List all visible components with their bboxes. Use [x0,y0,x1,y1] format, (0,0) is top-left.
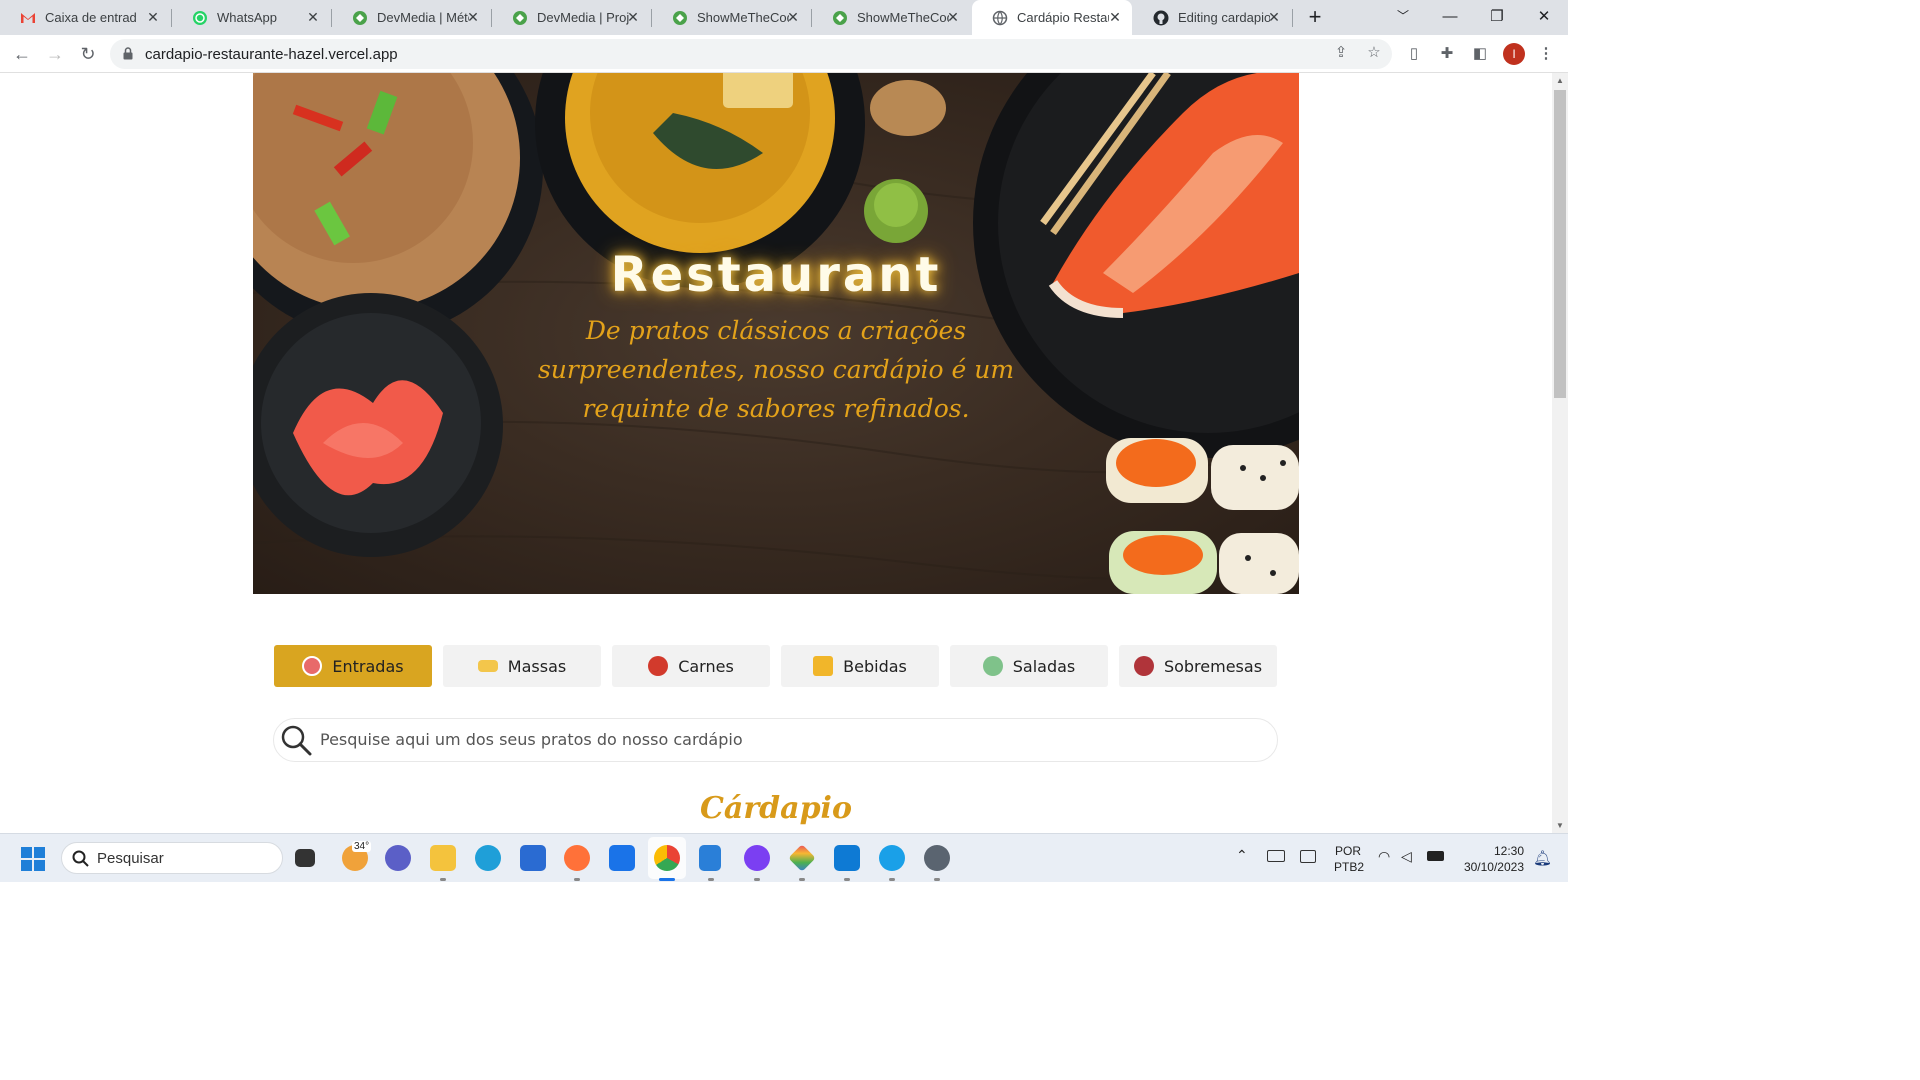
category-tab-massas[interactable]: Massas [443,645,601,687]
tab-showmethecode-1[interactable]: ShowMeTheCode ✕ [652,0,810,35]
file-explorer-icon[interactable] [430,845,456,871]
share-icon[interactable]: ⇪ [1331,43,1351,63]
address-toolbar: ← → ↻ cardapio-restaurante-hazel.vercel.… [0,35,1568,73]
globe-icon [992,10,1008,25]
input-language[interactable]: POR PTB2 [1334,843,1364,875]
browser-tab-strip: Caixa de entrada ✕ WhatsApp ✕ DevMedia |… [0,0,1568,35]
close-tab-icon[interactable]: ✕ [306,10,320,24]
devmedia-icon [673,10,687,25]
hero-banner: Restaurant De pratos clássicos a criaçõe… [253,73,1299,594]
extensions-puzzle-icon[interactable]: ✚ [1437,44,1457,64]
close-tab-icon[interactable]: ✕ [626,10,640,24]
windows-start-icon[interactable] [21,847,45,871]
windows-taskbar: Pesquisar 34° ⌃ POR PTB2 ◠ ◁ 12:30 30/10… [0,833,1568,882]
category-tab-sobremesas[interactable]: Sobremesas [1119,645,1277,687]
scrollbar-thumb[interactable] [1554,90,1566,398]
task-view-icon[interactable] [295,849,315,867]
app-diamond-icon[interactable] [788,844,816,872]
close-tab-icon[interactable]: ✕ [786,10,800,24]
category-tab-saladas[interactable]: Saladas [950,645,1108,687]
tab-whatsapp[interactable]: WhatsApp ✕ [172,0,330,35]
reload-icon[interactable]: ↻ [77,43,99,65]
volume-icon[interactable]: ◁ [1401,848,1412,865]
close-tab-icon[interactable]: ✕ [146,10,160,24]
tab-devmedia-projetos[interactable]: DevMedia | Projetos ✕ [492,0,650,35]
reading-mode-icon[interactable]: ▯ [1404,44,1424,64]
scroll-up-arrow-icon[interactable]: ▲ [1556,76,1564,85]
lock-icon [123,47,133,60]
meat-icon [648,656,669,676]
keyboard-icon[interactable] [1267,850,1285,862]
microsoft-store-icon[interactable] [520,845,546,871]
chrome-icon[interactable] [654,845,680,871]
drinks-icon [813,656,834,676]
menu-search-input[interactable] [320,730,1220,749]
dessert-icon [1133,656,1154,676]
tab-editing-cardapio[interactable]: Editing cardapio ✕ [1133,0,1291,35]
profile-avatar[interactable]: I [1503,43,1525,65]
page-viewport: Restaurant De pratos clássicos a criaçõe… [0,73,1552,833]
forward-arrow-icon[interactable]: → [44,43,66,65]
edge-icon[interactable] [475,845,501,871]
notification-bell-icon[interactable]: 🔔︎ [1533,849,1552,867]
notepad-icon[interactable] [699,845,721,871]
menu-search-box[interactable] [273,718,1278,762]
wifi-icon[interactable]: ◠ [1378,848,1390,865]
tray-overflow-chevron-icon[interactable]: ⌃ [1236,847,1248,864]
gmail-icon [21,12,35,23]
pasta-icon [477,660,498,672]
touch-screen-icon[interactable] [1300,850,1316,863]
battery-icon[interactable] [1427,851,1444,861]
salad-icon [982,656,1003,676]
firefox-icon[interactable] [564,845,590,871]
tab-devmedia-metodos[interactable]: DevMedia | Métodos ✕ [332,0,490,35]
restore-button[interactable]: ❐ [1474,0,1520,35]
category-tab-bebidas[interactable]: Bebidas [781,645,939,687]
url-bar[interactable]: cardapio-restaurante-hazel.vercel.app ⇪ … [110,39,1392,69]
close-tab-icon[interactable]: ✕ [1108,10,1122,24]
appetizer-icon [302,656,323,676]
tab-gmail[interactable]: Caixa de entrada ✕ [0,0,170,35]
menu-section-title: Cárdapio [700,791,852,826]
search-icon [72,850,89,867]
scroll-down-arrow-icon[interactable]: ▼ [1556,821,1564,830]
dbeaver-icon[interactable] [744,845,770,871]
category-tab-entradas[interactable]: Entradas [274,645,432,687]
skype-icon[interactable] [879,845,905,871]
tab-search-chevron-icon[interactable]: ﹀ [1380,0,1426,35]
category-tab-carnes[interactable]: Carnes [612,645,770,687]
clock[interactable]: 12:30 30/10/2023 [1458,843,1524,875]
mail-icon[interactable] [609,845,635,871]
weather-temperature: 34° [352,841,372,852]
minimize-button[interactable]: — [1427,0,1473,35]
devmedia-icon [833,10,847,25]
bookmark-star-icon[interactable]: ☆ [1364,43,1384,63]
back-arrow-icon[interactable]: ← [11,43,33,65]
side-panel-icon[interactable]: ◧ [1470,44,1490,64]
devmedia-icon [353,10,367,25]
github-icon [1153,10,1169,25]
devmedia-icon [513,10,527,25]
browser-menu-icon[interactable]: ⋮ [1536,44,1556,64]
close-tab-icon[interactable]: ✕ [1267,10,1281,24]
taskbar-search-box[interactable]: Pesquisar [61,842,283,874]
tab-showmethecode-2[interactable]: ShowMeTheCode ✕ [812,0,970,35]
vscode-icon[interactable] [834,845,860,871]
close-tab-icon[interactable]: ✕ [946,10,960,24]
whatsapp-icon [193,10,207,25]
close-tab-icon[interactable]: ✕ [466,10,480,24]
tab-cardapio-restaurante[interactable]: Cardápio Restaurante ✕ [972,0,1132,35]
search-icon [281,725,312,756]
new-tab-button[interactable]: + [1292,0,1338,35]
teams-chat-icon[interactable] [385,845,411,871]
hero-subtitle: De pratos clássicos a criações surpreend… [537,316,1015,423]
close-window-button[interactable]: ✕ [1521,0,1567,35]
hero-title: Restaurant [610,247,942,303]
settings-gear-icon[interactable] [924,845,950,871]
url-text: cardapio-restaurante-hazel.vercel.app [145,46,398,63]
